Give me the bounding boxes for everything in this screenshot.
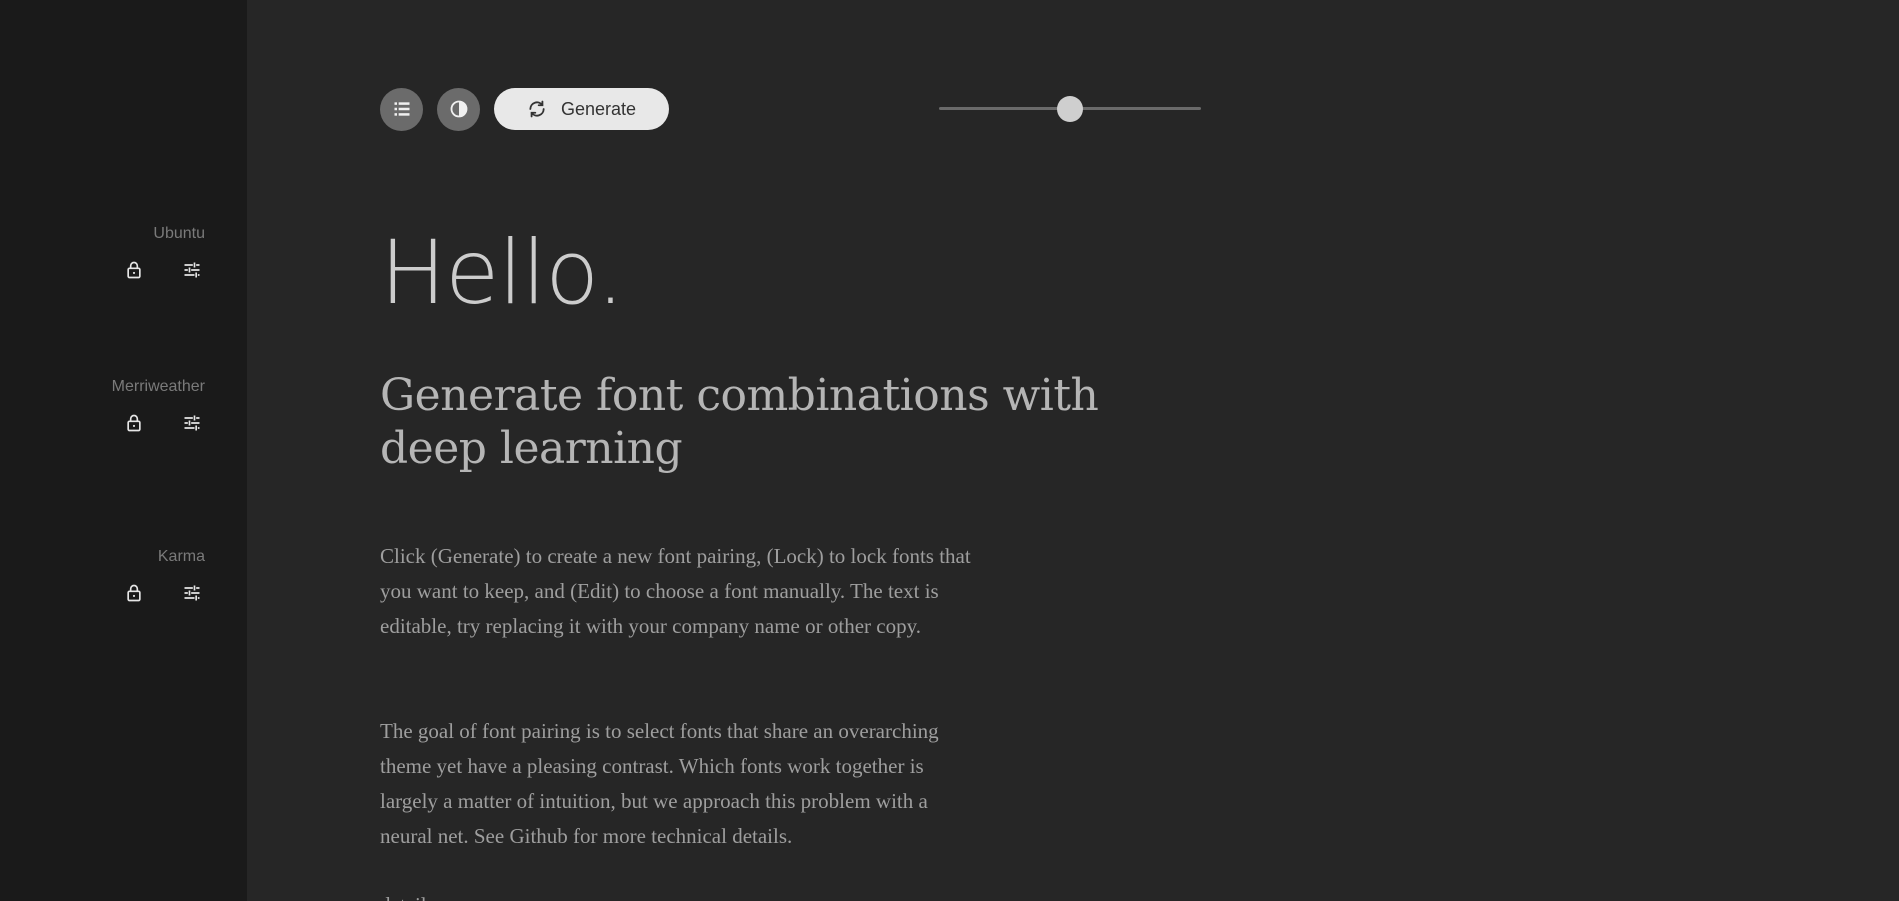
font-name-label: Merriweather [111, 378, 205, 395]
lock-icon [127, 261, 141, 279]
overflow-text: details [380, 888, 435, 901]
sample-paragraph-1[interactable]: Click (Generate) to create a new font pa… [380, 539, 980, 644]
sample-heading[interactable]: Hello. [380, 218, 624, 328]
font-name-label: Karma [157, 548, 205, 565]
sliders-icon [184, 415, 200, 431]
list-icon [394, 102, 409, 116]
font-actions [25, 257, 205, 283]
generate-button[interactable]: Generate [494, 88, 669, 130]
lock-button[interactable] [121, 580, 147, 606]
sidebar: Ubuntu Merriweather Karma [0, 0, 247, 901]
edit-button[interactable] [179, 257, 205, 283]
font-name-label: Ubuntu [153, 225, 205, 242]
font-slot-header: Ubuntu [25, 224, 205, 283]
lock-button[interactable] [121, 257, 147, 283]
edit-button[interactable] [179, 580, 205, 606]
contrast-icon [450, 100, 467, 118]
temperature-slider[interactable] [939, 95, 1201, 123]
generate-label: Generate [560, 98, 637, 119]
sample-paragraph-2[interactable]: The goal of font pairing is to select fo… [380, 714, 980, 854]
sliders-icon [184, 262, 200, 278]
slider-thumb[interactable] [1057, 96, 1083, 122]
sliders-icon [184, 585, 200, 601]
main-content: Generate Hello. Generate font combinatio… [247, 0, 1899, 901]
list-button[interactable] [380, 87, 423, 131]
font-actions [25, 410, 205, 436]
toolbar: Generate [380, 87, 669, 131]
font-actions [25, 580, 205, 606]
lock-button[interactable] [121, 410, 147, 436]
sample-subheading[interactable]: Generate font combinations with deep lea… [380, 369, 1140, 475]
font-slot-body: Karma [25, 547, 205, 606]
theme-toggle-button[interactable] [437, 87, 480, 131]
app: Ubuntu Merriweather Karma Generate Hello… [0, 0, 1899, 901]
font-slot-subheader: Merriweather [25, 377, 205, 436]
refresh-icon [527, 99, 547, 119]
edit-button[interactable] [179, 410, 205, 436]
lock-icon [127, 584, 141, 602]
lock-icon [127, 414, 141, 432]
